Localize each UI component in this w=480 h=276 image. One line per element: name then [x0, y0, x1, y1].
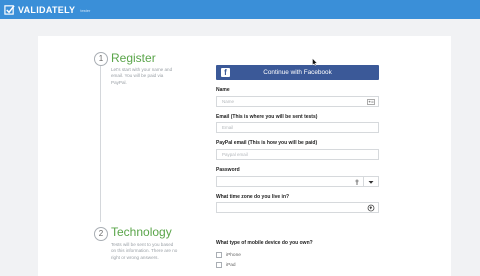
checkbox-logo-icon — [4, 5, 15, 15]
name-placeholder: Name — [222, 99, 235, 104]
password-divider — [363, 177, 364, 186]
paypal-placeholder: Paypal email — [222, 152, 248, 157]
iphone-label: iPhone — [226, 252, 241, 258]
name-label: Name — [216, 87, 230, 93]
ipad-label: iPad — [226, 262, 236, 268]
name-field[interactable]: Name — [216, 96, 379, 107]
device-option-iphone[interactable]: iPhone — [216, 252, 241, 258]
device-option-ipad[interactable]: iPad — [216, 262, 236, 268]
contact-card-icon — [367, 99, 375, 105]
step-1-number: 1 — [94, 52, 108, 66]
facebook-button-label: Continue with Facebook — [263, 69, 332, 76]
ipad-checkbox[interactable] — [216, 262, 222, 268]
step-2-number: 2 — [94, 227, 108, 241]
step-1-title: Register — [111, 51, 156, 65]
brand-logo[interactable]: VALIDATELY tester — [4, 2, 90, 17]
email-field[interactable]: Email — [216, 122, 379, 133]
mouse-cursor-icon — [312, 58, 318, 66]
brand-name: VALIDATELY — [18, 4, 76, 15]
timezone-label: What time zone do you live in? — [216, 194, 290, 200]
device-question: What type of mobile device do you own? — [216, 240, 313, 246]
password-field[interactable] — [216, 176, 379, 187]
iphone-checkbox[interactable] — [216, 252, 222, 258]
email-placeholder: Email — [222, 125, 234, 130]
step-1-description: Let's start with your name and email. Yo… — [111, 67, 173, 85]
caret-down-icon[interactable] — [367, 178, 375, 186]
step-connector-line — [100, 66, 101, 222]
continue-with-facebook-button[interactable]: f Continue with Facebook — [216, 65, 379, 80]
top-navigation-bar: VALIDATELY tester — [0, 0, 480, 19]
paypal-label: PayPal email (This is how you will be pa… — [216, 140, 318, 146]
brand-tag: tester — [80, 8, 91, 13]
step-2-description: Tests will be sent to you based on this … — [111, 242, 178, 260]
email-label: Email (This is where you will be sent te… — [216, 114, 318, 120]
password-label: Password — [216, 167, 240, 173]
globe-icon[interactable] — [367, 204, 375, 212]
timezone-field[interactable] — [216, 202, 379, 213]
paypal-email-field[interactable]: Paypal email — [216, 149, 379, 160]
step-2-title: Technology — [111, 225, 172, 239]
eye-icon[interactable] — [353, 178, 361, 186]
